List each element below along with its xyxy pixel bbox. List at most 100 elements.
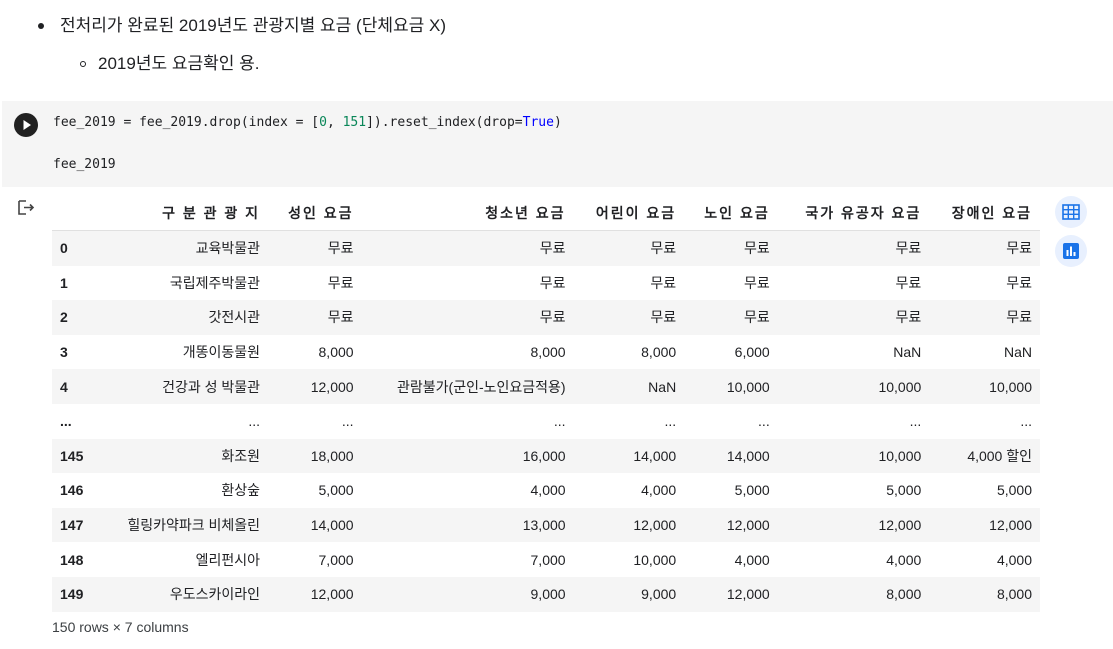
table-cell: 5,000	[734, 482, 770, 499]
index-header	[52, 195, 98, 231]
table-cell: 7,000	[530, 551, 566, 568]
table-cell: 무료	[539, 274, 566, 291]
table-cell: 12,000	[989, 517, 1032, 534]
bullet2-text: 2019년도 요금확인 용.	[98, 54, 260, 73]
table-cell: 4,000	[641, 482, 677, 499]
table-cell: 우도스카이라인	[169, 586, 261, 603]
table-row: 3 개똥이동물원 8,000 8,000 8,000 6,000 NaN NaN	[52, 334, 1040, 370]
table-cell: 무료	[650, 240, 677, 257]
table-cell: 무료	[895, 274, 922, 291]
table-cell: 12,000	[633, 517, 677, 534]
row-index: 4	[60, 378, 68, 395]
table-cell: ...	[909, 413, 922, 430]
column-header: 장애인 요금	[929, 195, 1040, 231]
row-index: 1	[60, 274, 68, 291]
row-index: 0	[60, 240, 68, 257]
table-cell: 7,000	[318, 551, 354, 568]
bullet-level2: 2019년도 요금확인 용.	[80, 52, 259, 76]
bar-chart-icon	[1063, 243, 1079, 259]
table-cell: 무료	[539, 309, 566, 326]
code-cell[interactable]: fee_2019 = fee_2019.drop(index = [0, 151…	[2, 101, 1113, 187]
table-cell: ...	[1020, 413, 1032, 430]
table-row: 146 환상숲 5,000 4,000 4,000 5,000 5,000 5,000	[52, 473, 1040, 508]
bullet-dot	[38, 23, 44, 29]
table-cell: 4,000 할인	[967, 447, 1032, 464]
table-cell: 18,000	[310, 447, 354, 464]
table-cell: 무료	[327, 274, 354, 291]
table-row: 148 엘리펀시아 7,000 7,000 10,000 4,000 4,000 4,000	[52, 542, 1040, 577]
table-cell: 10,000	[633, 551, 677, 568]
row-index: 147	[60, 517, 84, 534]
table-cell: 환상숲	[221, 482, 261, 499]
table-cell: 무료	[1006, 274, 1032, 291]
table-cell: 교육박물관	[195, 240, 261, 257]
code-line-2[interactable]: fee_2019	[53, 157, 116, 172]
bullet-ring	[80, 61, 86, 67]
table-icon	[1062, 204, 1080, 220]
table-cell: 8,000	[996, 586, 1032, 603]
table-cell: 10,000	[878, 378, 922, 395]
row-index: 3	[60, 344, 68, 361]
run-cell-button[interactable]	[14, 113, 38, 137]
table-cell: 14,000	[310, 517, 354, 534]
table-cell: 5,000	[886, 482, 922, 499]
table-cell: ...	[248, 413, 261, 430]
output-arrow-icon[interactable]	[16, 198, 36, 218]
table-row: 1 국립제주박물관 무료 무료 무료 무료 무료 무료	[52, 265, 1040, 301]
table-cell: 8,000	[641, 344, 677, 361]
table-cell: 12,000	[878, 517, 922, 534]
table-cell: 14,000	[633, 447, 677, 464]
table-cell: NaN	[648, 378, 677, 395]
dataframe-output: 구 분 관 광 지 성인 요금 청소년 요금 어린이 요금 노인 요금 국가 유공자 요금…	[52, 195, 1040, 612]
table-cell: 4,000	[530, 482, 566, 499]
table-cell: 8,000	[530, 344, 566, 361]
table-row: 149 우도스카이라인 12,000 9,000 9,000 12,000 8,000 8,0…	[52, 576, 1040, 612]
column-header: 구 분 관 광 지	[97, 195, 269, 231]
table-cell: ...	[664, 413, 677, 430]
table-cell: 12,000	[726, 586, 770, 603]
table-row: ........................	[52, 403, 1040, 439]
table-cell: 무료	[895, 240, 922, 257]
table-cell: 10,000	[726, 378, 770, 395]
table-cell: 개똥이동물원	[182, 344, 261, 361]
table-cell: 4,000	[886, 551, 922, 568]
table-cell: 힐링카약파크 비체올린	[127, 517, 261, 534]
bullet1-text: 전처리가 완료된 2019년도 관광지별 요금 (단체요금 X)	[60, 16, 446, 35]
table-cell: 4,000	[996, 551, 1032, 568]
table-cell: 10,000	[878, 447, 922, 464]
table-cell: 16,000	[522, 447, 566, 464]
table-cell: 무료	[650, 274, 677, 291]
table-cell: 6,000	[734, 344, 770, 361]
table-cell: 무료	[327, 309, 354, 326]
table-cell: 화조원	[221, 447, 261, 464]
table-view-button[interactable]	[1055, 196, 1087, 228]
table-cell: 13,000	[522, 517, 566, 534]
table-row: 0 교육박물관 무료 무료 무료 무료 무료 무료	[52, 230, 1040, 266]
table-cell: ...	[341, 413, 354, 430]
table-cell: 무료	[539, 240, 566, 257]
row-index: 2	[60, 309, 68, 326]
table-cell: NaN	[1003, 344, 1032, 361]
table-cell: ...	[758, 413, 770, 430]
table-cell: 14,000	[726, 447, 770, 464]
bullet-level1: 전처리가 완료된 2019년도 관광지별 요금 (단체요금 X)	[38, 14, 446, 38]
table-cell: 4,000	[734, 551, 770, 568]
table-cell: 관람불가(군인-노인요금적용)	[397, 378, 566, 395]
table-row: 2 갓전시관 무료 무료 무료 무료 무료 무료	[52, 300, 1040, 335]
table-cell: 8,000	[318, 344, 354, 361]
code-line-1[interactable]: fee_2019 = fee_2019.drop(index = [0, 151…	[53, 115, 562, 130]
table-cell: 무료	[743, 240, 770, 257]
table-cell: NaN	[893, 344, 922, 361]
table-row: 147 힐링카약파크 비체올린 14,000 13,000 12,000 12,000 12…	[52, 507, 1040, 543]
table-cell: 엘리펀시아	[195, 551, 261, 568]
play-icon	[23, 120, 31, 130]
table-cell: 9,000	[641, 586, 677, 603]
row-index: 146	[60, 482, 84, 499]
suggest-chart-button[interactable]	[1055, 235, 1087, 267]
table-cell: 국립제주박물관	[169, 274, 261, 291]
row-index: 145	[60, 447, 84, 464]
column-header: 어린이 요금	[573, 195, 685, 231]
dataframe-shape-footer: 150 rows × 7 columns	[52, 619, 189, 635]
table-cell: 10,000	[989, 378, 1032, 395]
table-row: 145 화조원 18,000 16,000 14,000 14,000 10,000 4,00…	[52, 438, 1040, 474]
